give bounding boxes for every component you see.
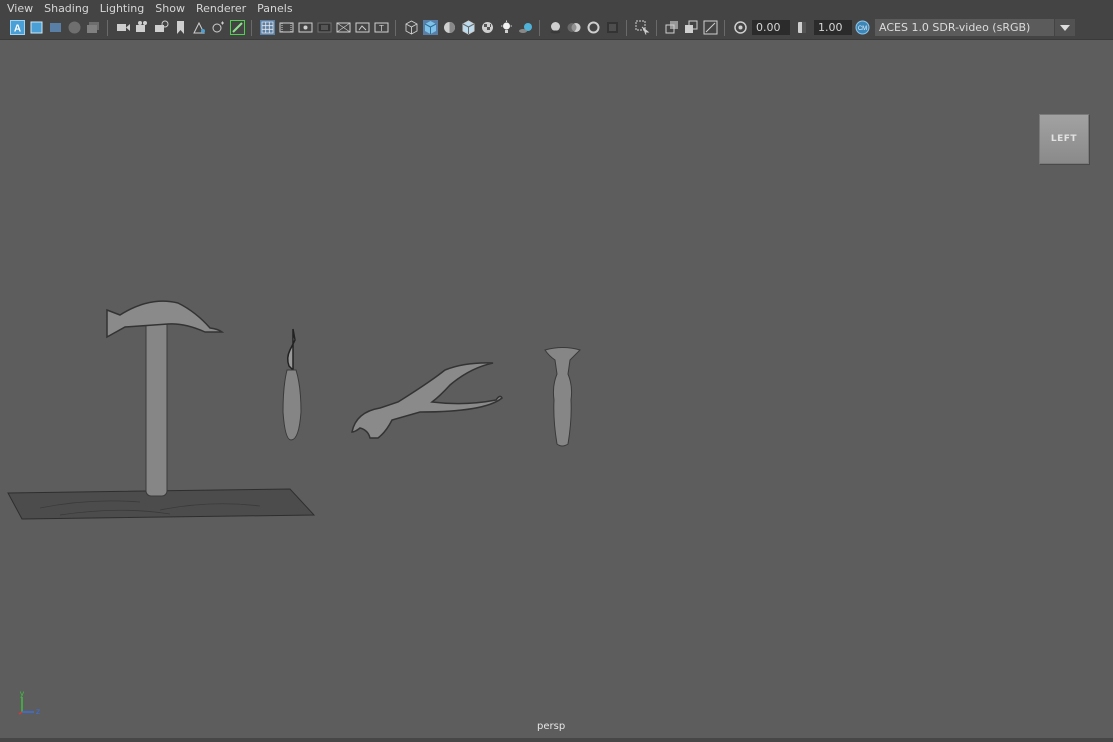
camera-name-label: persp (537, 721, 566, 732)
bookmark-icon[interactable] (173, 20, 188, 35)
gamma-field[interactable]: 1.00 (814, 20, 852, 35)
resolution-gate-icon[interactable] (298, 20, 313, 35)
viewport-bottom-border (0, 738, 1113, 742)
toolbar-separator (251, 20, 252, 36)
panel-menubar: View Shading Lighting Show Renderer Pane… (0, 0, 1113, 17)
xray-active-icon[interactable] (684, 20, 699, 35)
textured-icon[interactable] (461, 20, 476, 35)
bookmark-camera-icon[interactable] (154, 20, 169, 35)
menu-shading[interactable]: Shading (37, 0, 89, 17)
color-management-icon[interactable]: CM (855, 20, 870, 35)
smooth-shade-icon[interactable] (423, 20, 438, 35)
chevron-down-icon[interactable] (1054, 19, 1075, 36)
xray-icon[interactable] (665, 20, 680, 35)
svg-text:T: T (379, 24, 384, 33)
exposure-icon[interactable] (733, 20, 748, 35)
gamma-icon[interactable] (795, 20, 810, 35)
menu-show[interactable]: Show (148, 0, 185, 17)
default-material-icon[interactable] (442, 20, 457, 35)
menu-view[interactable]: View (0, 0, 33, 17)
select-camera-icon[interactable]: A (10, 20, 25, 35)
shadows-icon[interactable] (518, 20, 533, 35)
field-chart-icon[interactable] (336, 20, 351, 35)
color-space-value: ACES 1.0 SDR-video (sRGB) (879, 21, 1031, 34)
hammer[interactable] (106, 300, 225, 497)
axis-z-label: z (36, 707, 40, 716)
toolbar-separator (626, 20, 627, 36)
grid-icon[interactable] (260, 20, 275, 35)
grease-pencil-icon[interactable] (230, 20, 245, 35)
motion-blur-icon[interactable] (567, 20, 582, 35)
toolbar-separator (724, 20, 725, 36)
edge-slicker[interactable] (544, 347, 581, 447)
color-space-select[interactable]: ACES 1.0 SDR-video (sRGB) (875, 19, 1075, 36)
safe-action-icon[interactable] (355, 20, 370, 35)
depth-of-field-icon[interactable] (605, 20, 620, 35)
anti-aliasing-icon[interactable] (586, 20, 601, 35)
panel-toolbar: A T 0.00 1.00 CM ACES 1.0 SDR-video (sRG… (0, 17, 1113, 40)
screen-space-ao-icon[interactable] (548, 20, 563, 35)
leather-pliers[interactable] (351, 362, 503, 439)
checker-icon[interactable] (480, 20, 495, 35)
xray-joints-icon[interactable] (703, 20, 718, 35)
toolbar-separator (539, 20, 540, 36)
menu-panels[interactable]: Panels (250, 0, 292, 17)
camera-attributes-icon[interactable] (135, 20, 150, 35)
frame-selection-icon[interactable] (29, 20, 44, 35)
image-plane-icon[interactable] (192, 20, 207, 35)
safe-title-icon[interactable]: T (374, 20, 389, 35)
svg-text:CM: CM (858, 26, 867, 32)
toolbar-separator (656, 20, 657, 36)
camera-icon[interactable] (116, 20, 131, 35)
isolate-select-icon[interactable] (635, 20, 650, 35)
sphere-shaded-icon[interactable] (67, 20, 82, 35)
stitching-awl[interactable] (282, 328, 302, 441)
exposure-field[interactable]: 0.00 (752, 20, 790, 35)
menu-renderer[interactable]: Renderer (189, 0, 246, 17)
axis-y-label: y (20, 689, 25, 698)
svg-text:A: A (14, 24, 21, 35)
use-all-lights-icon[interactable] (499, 20, 514, 35)
menu-lighting[interactable]: Lighting (93, 0, 144, 17)
gate-mask-icon[interactable] (317, 20, 332, 35)
axis-gizmo-icon: y z (18, 689, 40, 716)
view-cube-label: LEFT (1050, 134, 1078, 144)
toolbar-separator (107, 20, 108, 36)
viewport-3d[interactable]: LEFT persp y z (0, 40, 1113, 742)
toolbar-separator (395, 20, 396, 36)
scene-canvas (7, 300, 581, 520)
wireframe-icon[interactable] (404, 20, 419, 35)
film-gate-icon[interactable] (279, 20, 294, 35)
two-d-pan-zoom-icon[interactable] (211, 20, 226, 35)
frame-all-icon[interactable] (48, 20, 63, 35)
view-cube[interactable]: LEFT (1039, 114, 1089, 164)
layers-icon[interactable] (86, 20, 101, 35)
